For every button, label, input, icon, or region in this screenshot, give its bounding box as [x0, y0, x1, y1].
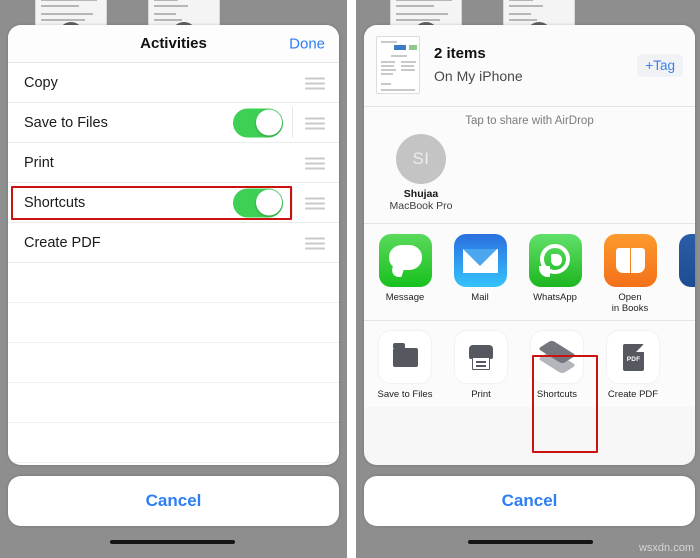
- whatsapp-icon: [528, 234, 582, 287]
- airdrop-section: Tap to share with AirDrop SI Shujaa MacB…: [364, 107, 695, 224]
- avatar: SI: [396, 134, 446, 184]
- page-title: Activities: [140, 35, 207, 52]
- share-app-label: Mail: [471, 292, 489, 303]
- toggle-knob: [255, 109, 282, 136]
- share-action-item[interactable]: PDF Create PDF: [602, 331, 664, 400]
- activity-row[interactable]: Create PDF: [8, 223, 339, 263]
- activity-row-label: Shortcuts: [24, 194, 86, 211]
- activities-sheet: Activities Done Copy Save to Files Print Sh…: [8, 25, 339, 465]
- activity-toggle[interactable]: [233, 188, 283, 217]
- activity-row[interactable]: Save to Files: [8, 103, 339, 143]
- drag-handle-icon[interactable]: [305, 237, 325, 249]
- activity-row-label: Copy: [24, 74, 58, 91]
- mail-icon: [453, 234, 507, 287]
- airdrop-contact-name: Shujaa: [403, 188, 439, 200]
- handle-separator: [292, 107, 293, 138]
- toggle-knob: [255, 189, 282, 216]
- drag-handle-icon[interactable]: [305, 157, 325, 169]
- cancel-button[interactable]: Cancel: [8, 476, 339, 526]
- share-app-item[interactable]: Open in Books: [601, 234, 659, 314]
- share-actions-row: Save to Files Print Shortcuts PDF Create PDF: [364, 321, 695, 407]
- cancel-button[interactable]: Cancel: [364, 476, 695, 526]
- activity-row-label: Print: [24, 154, 54, 171]
- activity-row[interactable]: Shortcuts: [8, 183, 339, 223]
- share-apps-row: Message Mail WhatsApp Open in Books fF: [364, 224, 695, 321]
- left-screenshot-panel: Activities Done Copy Save to Files Print Sh…: [0, 0, 347, 558]
- home-indicator: [110, 540, 235, 544]
- share-app-item[interactable]: fF: [676, 234, 695, 314]
- share-app-label: Message: [385, 292, 425, 303]
- facebook-icon: f: [678, 234, 695, 287]
- activity-row[interactable]: Print: [8, 143, 339, 183]
- share-app-label: Open in Books: [611, 292, 649, 314]
- item-location-label: On My iPhone: [434, 68, 523, 84]
- share-app-item[interactable]: Message: [376, 234, 434, 314]
- activities-header: Activities Done: [8, 25, 339, 63]
- document-preview-thumbnail[interactable]: [376, 36, 420, 94]
- shortcuts-icon: [531, 331, 583, 383]
- share-app-label: F: [676, 292, 695, 303]
- share-app-item[interactable]: Mail: [451, 234, 509, 314]
- activity-row-empty[interactable]: [8, 263, 339, 303]
- messages-icon: [378, 234, 432, 287]
- activity-row-label: Create PDF: [24, 234, 101, 251]
- share-meta: 2 items On My iPhone: [420, 44, 637, 86]
- activity-row[interactable]: Copy: [8, 63, 339, 103]
- watermark: wsxdn.com: [638, 542, 694, 554]
- panel-divider: [347, 0, 356, 558]
- share-action-label: Create PDF: [607, 389, 659, 400]
- activities-list: Copy Save to Files Print Shortcuts Create PD…: [8, 63, 339, 463]
- share-action-item[interactable]: Shortcuts: [526, 331, 588, 400]
- share-action-label: Shortcuts: [536, 389, 578, 400]
- activity-row-empty[interactable]: [8, 303, 339, 343]
- share-action-label: Print: [471, 389, 491, 400]
- share-sheet: 2 items On My iPhone +Tag Tap to share w…: [364, 25, 695, 465]
- drag-handle-icon[interactable]: [305, 197, 325, 209]
- airdrop-hint-label: Tap to share with AirDrop: [465, 115, 594, 127]
- activity-row-label: Save to Files: [24, 114, 108, 131]
- pdf-icon: PDF: [607, 331, 659, 383]
- airdrop-contact-device: MacBook Pro: [389, 200, 453, 212]
- drag-handle-icon[interactable]: [305, 77, 325, 89]
- activity-toggle[interactable]: [233, 108, 283, 137]
- activity-row-empty[interactable]: [8, 423, 339, 463]
- activity-row-empty[interactable]: [8, 343, 339, 383]
- books-icon: [603, 234, 657, 287]
- drag-handle-icon[interactable]: [305, 117, 325, 129]
- activity-row-empty[interactable]: [8, 383, 339, 423]
- home-indicator: [468, 540, 593, 544]
- share-sheet-header: 2 items On My iPhone +Tag: [364, 25, 695, 107]
- share-action-item[interactable]: Print: [450, 331, 512, 400]
- item-count-label: 2 items: [434, 45, 486, 62]
- handle-separator: [292, 187, 293, 218]
- printer-icon: [455, 331, 507, 383]
- share-action-label: Save to Files: [377, 389, 433, 400]
- share-action-item[interactable]: Save to Files: [374, 331, 436, 400]
- share-app-item[interactable]: WhatsApp: [526, 234, 584, 314]
- done-button[interactable]: Done: [289, 35, 325, 52]
- share-app-label: WhatsApp: [533, 292, 577, 303]
- right-screenshot-panel: 2 items On My iPhone +Tag Tap to share w…: [356, 0, 700, 558]
- airdrop-contact[interactable]: SI Shujaa MacBook Pro: [378, 134, 464, 213]
- add-tag-button[interactable]: +Tag: [637, 53, 683, 77]
- folder-icon: [379, 331, 431, 383]
